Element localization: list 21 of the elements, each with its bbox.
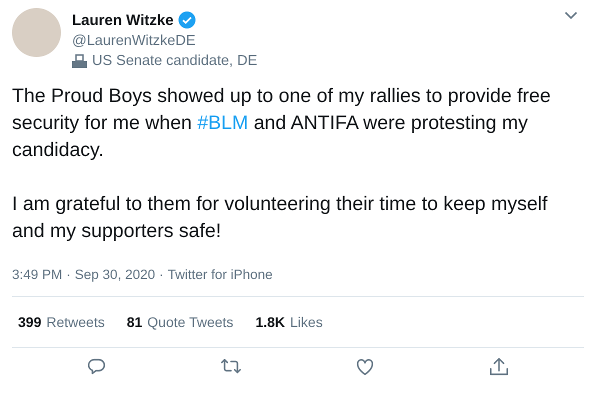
stat-label[interactable]: Likes (290, 314, 323, 330)
account-label: US Senate candidate, DE (92, 53, 258, 69)
tweet-text: The Proud Boys showed up to one of my rallies to provide free security for me when #BLM and ANTIFA were protesting my candidacy. (12, 84, 552, 163)
author-handle[interactable]: @LaurenWitzkeDE (72, 33, 258, 49)
stat-count[interactable]: 81 (126, 314, 142, 330)
separator-dot: · (66, 267, 71, 282)
chevron-down-icon[interactable] (564, 11, 578, 20)
author-name[interactable]: Lauren Witzke (72, 12, 174, 28)
stat-count[interactable]: 399 (18, 314, 42, 330)
heart-icon[interactable] (354, 356, 376, 378)
tweet-text: I am grateful to them for volunteering their time to keep myself and my supporters safe! (12, 192, 548, 244)
ballot-box-icon (72, 54, 87, 68)
share-icon[interactable] (488, 356, 510, 378)
stat-label[interactable]: Quote Tweets (147, 314, 234, 330)
tweet-date[interactable]: Sep 30, 2020 (74, 267, 156, 282)
separator-dot: · (159, 267, 164, 282)
stat-count[interactable]: 1.8K (255, 314, 286, 330)
hashtag-link[interactable]: #BLM (197, 112, 248, 134)
stat-label[interactable]: Retweets (46, 314, 105, 330)
tweet-source[interactable]: Twitter for iPhone (168, 267, 273, 282)
tweet-time[interactable]: 3:49 PM (12, 267, 62, 282)
